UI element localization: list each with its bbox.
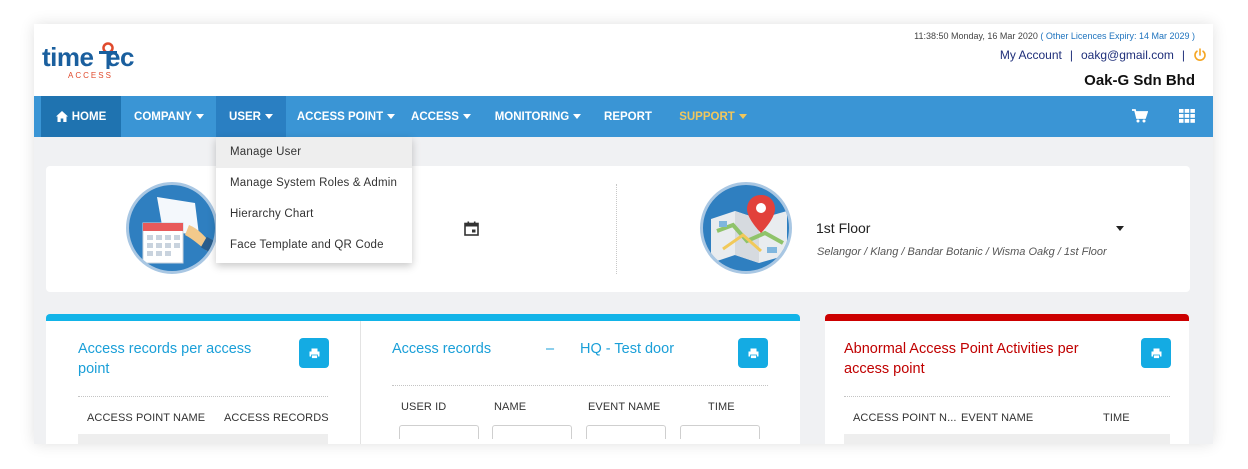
divider [392, 385, 768, 386]
company-name: Oak-G Sdn Bhd [1084, 72, 1195, 89]
nav-support[interactable]: SUPPORT [672, 96, 754, 137]
nav-user[interactable]: USER [216, 96, 286, 137]
col-access-records: ACCESS RECORDS [224, 412, 329, 424]
account-links: My Account | oakg@gmail.com | [1000, 48, 1207, 62]
panel-divider [360, 321, 361, 444]
event-name-filter-input[interactable] [586, 425, 666, 439]
print-icon [1151, 348, 1161, 359]
print-icon [309, 348, 319, 359]
nav-monitoring-label: MONITORING [494, 110, 570, 123]
separator: | [1069, 48, 1073, 62]
nav-company-label: COMPANY [134, 110, 192, 123]
col-time: TIME [708, 401, 735, 413]
access-records-title: Access records [392, 341, 492, 357]
nav-user-label: USER [229, 110, 261, 123]
logo-subtitle: ACCESS [68, 71, 113, 80]
datetime-text: 11:38:50 Monday, 16 Mar 2020 [914, 31, 1038, 41]
col-user-id: USER ID [401, 401, 447, 413]
main-nav: HOME COMPANY USER ACCESS POINT ACCESS MO… [34, 96, 1213, 137]
caret-down-icon [264, 114, 273, 119]
email-link[interactable]: oakg@gmail.com [1081, 48, 1174, 62]
user-id-filter-input[interactable] [399, 425, 479, 439]
table-row [78, 434, 328, 444]
title-dash: – [546, 341, 555, 357]
divider [844, 396, 1170, 397]
name-filter-input[interactable] [492, 425, 572, 439]
my-account-link[interactable]: My Account [1000, 48, 1062, 62]
divider [78, 396, 328, 397]
grid-icon[interactable] [1179, 109, 1195, 123]
nav-home-label: HOME [71, 110, 107, 123]
table-row [844, 434, 1170, 444]
nav-support-label: SUPPORT [679, 110, 735, 123]
power-icon[interactable] [1193, 48, 1207, 62]
app-window: time ec ACCESS 11:38:50 Monday, 16 Mar 2… [34, 24, 1213, 444]
logo-text-right: ec [106, 42, 134, 72]
cart-icon[interactable] [1132, 109, 1148, 123]
caret-down-icon [573, 114, 582, 119]
caret-down-icon[interactable] [1116, 226, 1124, 231]
nav-access-label: ACCESS [411, 110, 459, 123]
print-button[interactable] [738, 338, 768, 368]
caret-down-icon [738, 114, 747, 119]
separator: | [1181, 48, 1185, 62]
nav-monitoring[interactable]: MONITORING [486, 96, 590, 137]
col-name: NAME [494, 401, 527, 413]
menu-item-face-template-qr[interactable]: Face Template and QR Code [216, 230, 412, 261]
nav-home[interactable]: HOME [41, 96, 121, 137]
nav-access-point-label: ACCESS POINT [296, 110, 384, 123]
licence-expiry: ( Other Licences Expiry: 14 Mar 2029 ) [1040, 31, 1195, 41]
floor-select[interactable]: 1st Floor [816, 220, 870, 236]
time-filter-input[interactable] [680, 425, 760, 439]
print-button[interactable] [1141, 338, 1171, 368]
caret-down-icon [387, 114, 396, 119]
logo-text-left: time [42, 42, 94, 72]
nav-access[interactable]: ACCESS [406, 96, 476, 137]
calendar-illustration [126, 182, 218, 274]
home-icon [55, 111, 68, 122]
timetec-logo[interactable]: time ec ACCESS [42, 38, 152, 84]
col-event-name: EVENT NAME [588, 401, 661, 413]
datetime-line: 11:38:50 Monday, 16 Mar 2020 ( Other Lic… [914, 31, 1195, 41]
nav-report-label: REPORT [604, 110, 652, 123]
col-time: TIME [1103, 412, 1130, 424]
col-access-point-name: ACCESS POINT N... [853, 412, 957, 424]
map-pin-icon [711, 195, 787, 263]
user-dropdown-menu: Manage User Manage System Roles & Admin … [216, 137, 412, 263]
menu-item-manage-system-roles[interactable]: Manage System Roles & Admin [216, 168, 412, 199]
location-path: Selangor / Klang / Bandar Botanic / Wism… [817, 246, 1107, 258]
menu-item-hierarchy-chart[interactable]: Hierarchy Chart [216, 199, 412, 230]
door-name: HQ - Test door [580, 341, 675, 357]
map-illustration [700, 182, 792, 274]
top-header: time ec ACCESS 11:38:50 Monday, 16 Mar 2… [34, 24, 1213, 96]
card-divider [616, 184, 617, 274]
nav-access-point[interactable]: ACCESS POINT [290, 96, 402, 137]
calendar-icon[interactable] [464, 221, 479, 236]
print-button[interactable] [299, 338, 329, 368]
col-access-point-name: ACCESS POINT NAME [87, 412, 206, 424]
caret-down-icon [195, 114, 204, 119]
nav-company[interactable]: COMPANY [123, 96, 215, 137]
access-records-panel: Access records per access point ACCESS P… [46, 314, 800, 444]
menu-item-manage-user[interactable]: Manage User [216, 137, 412, 168]
abnormal-activities-panel: Abnormal Access Point Activities per acc… [825, 314, 1189, 444]
nav-report[interactable]: REPORT [596, 96, 660, 137]
print-icon [748, 348, 758, 359]
caret-down-icon [462, 114, 471, 119]
abnormal-title: Abnormal Access Point Activities per acc… [844, 341, 1079, 377]
access-per-point-title: Access records per access point [78, 341, 252, 377]
calendar-hand-icon [142, 197, 215, 264]
col-event-name: EVENT NAME [961, 412, 1034, 424]
